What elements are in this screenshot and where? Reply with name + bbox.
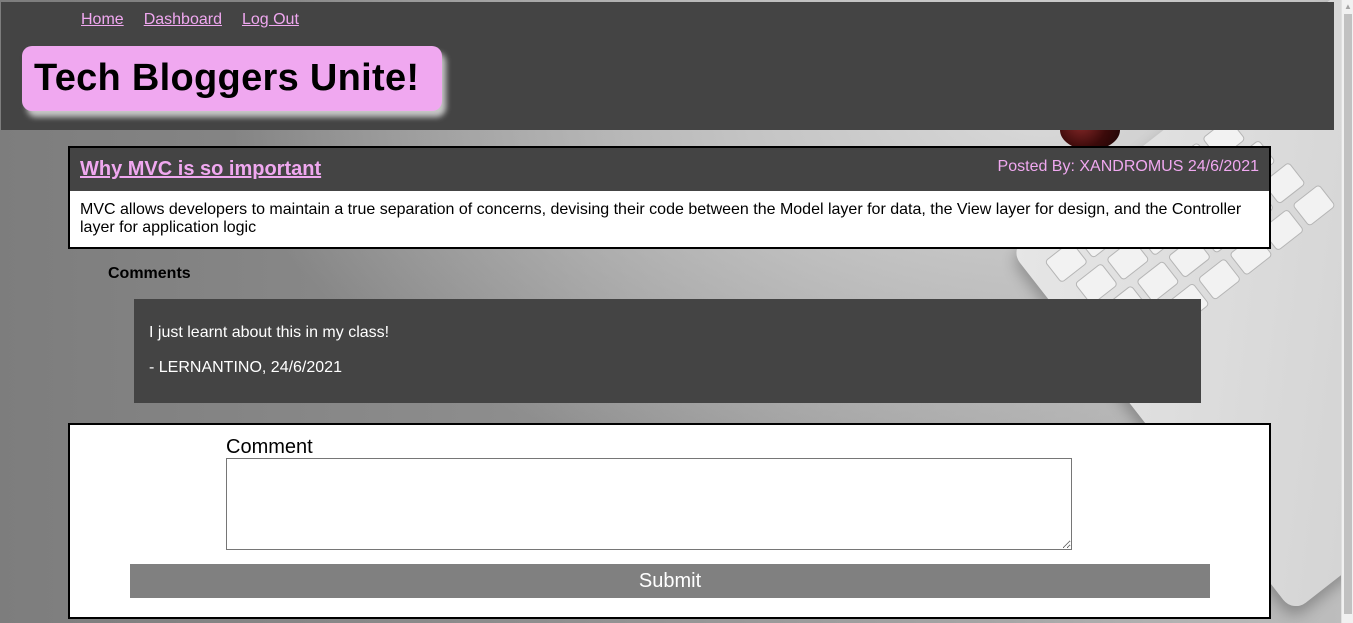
post-body: MVC allows developers to maintain a true… [80, 201, 1242, 236]
vertical-scrollbar[interactable]: ▲ [1341, 0, 1353, 623]
comments-heading: Comments [108, 265, 191, 282]
nav-logout-link[interactable]: Log Out [242, 11, 299, 29]
comment-card: I just learnt about this in my class! - … [134, 299, 1201, 403]
site-header: Home Dashboard Log Out Tech Bloggers Uni… [1, 2, 1334, 130]
nav-dashboard-link[interactable]: Dashboard [144, 11, 222, 29]
comment-label: Comment [226, 436, 313, 458]
comment-text: I just learnt about this in my class! [149, 324, 390, 341]
comment-form: Comment Submit [68, 423, 1271, 619]
post-header: Why MVC is so important Posted By: XANDR… [70, 148, 1269, 191]
brand-banner: Tech Bloggers Unite! [22, 46, 442, 111]
site-title: Tech Bloggers Unite! [34, 57, 420, 99]
comment-byline: - LERNANTINO, 24/6/2021 [149, 359, 342, 376]
post-meta: Posted By: XANDROMUS 24/6/2021 [997, 158, 1259, 175]
scrollbar-thumb[interactable] [1344, 14, 1352, 614]
post-card: Why MVC is so important Posted By: XANDR… [68, 146, 1271, 249]
submit-button[interactable]: Submit [130, 564, 1210, 598]
scroll-up-arrow-icon[interactable]: ▲ [1344, 2, 1352, 12]
nav-home-link[interactable]: Home [81, 11, 124, 29]
comment-textarea[interactable] [226, 458, 1072, 550]
main-nav: Home Dashboard Log Out [81, 11, 299, 29]
post-title-link[interactable]: Why MVC is so important [80, 158, 321, 181]
